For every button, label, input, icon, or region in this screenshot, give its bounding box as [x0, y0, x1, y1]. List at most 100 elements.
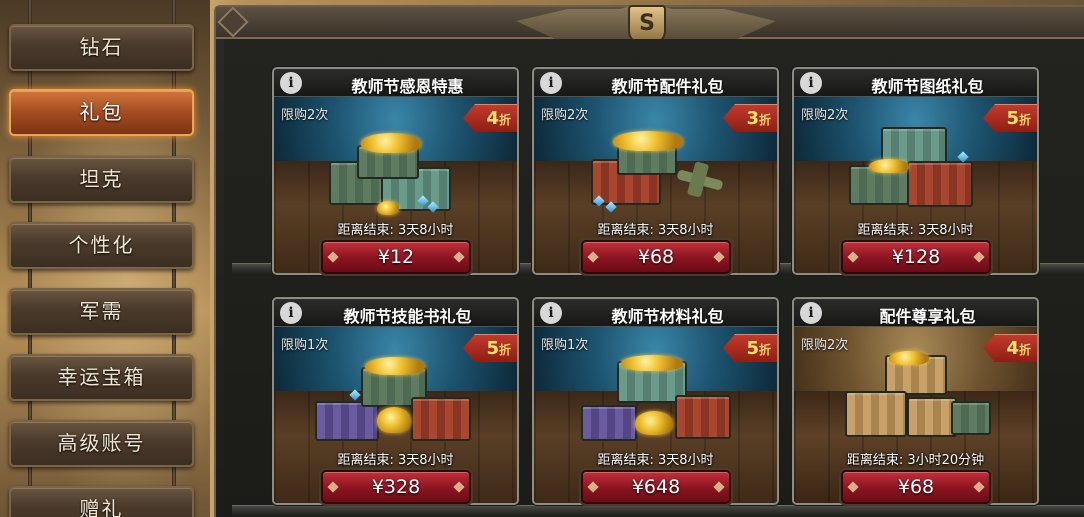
sidebar-item-tanks[interactable]: 坦克 — [9, 156, 194, 203]
discount-suffix: 折 — [758, 113, 771, 127]
gold-coins-image — [376, 407, 411, 433]
countdown-text: 距离结束: 3天8小时 — [337, 453, 454, 468]
discount-value: 4 — [486, 108, 499, 129]
crate-image — [314, 401, 379, 441]
crate-image — [410, 397, 471, 441]
gold-coins-image — [376, 201, 399, 215]
sidebar-item-label: 钻石 — [79, 35, 124, 59]
discount-value: 3 — [746, 108, 759, 129]
sidebar-item-label: 高级账号 — [57, 431, 146, 455]
shelf-divider — [232, 505, 1084, 517]
buy-button[interactable]: ¥12 — [321, 240, 471, 274]
discount-badge: 4折 — [463, 104, 517, 132]
discount-value: 5 — [486, 338, 499, 359]
countdown-text: 距离结束: 3小时20分钟 — [846, 453, 985, 468]
purchase-limit: 限购2次 — [541, 108, 589, 123]
pack-title: 教师节图纸礼包 — [871, 77, 984, 96]
crate-image — [844, 391, 907, 437]
gold-coins-image — [360, 133, 421, 153]
sidebar-item-premium-account[interactable]: 高级账号 — [9, 420, 194, 467]
card-title-bar: i 教师节配件礼包 — [534, 69, 777, 97]
card-title-bar: i 教师节技能书礼包 — [274, 299, 517, 327]
buy-button[interactable]: ¥328 — [321, 470, 471, 504]
buy-button[interactable]: ¥68 — [841, 470, 991, 504]
card-title-bar: i 教师节感恩特惠 — [274, 69, 517, 97]
crate-image — [906, 161, 973, 207]
purchase-limit: 限购1次 — [541, 338, 589, 353]
sidebar-item-label: 礼包 — [79, 100, 124, 124]
sidebar-item-lucky-chest[interactable]: 幸运宝箱 — [9, 354, 194, 401]
pack-title: 教师节材料礼包 — [611, 307, 724, 326]
pack-title: 教师节感恩特惠 — [351, 77, 464, 96]
sidebar-item-gifts[interactable]: 赠礼 — [9, 486, 194, 517]
plane-part-image — [675, 169, 724, 191]
gold-coins-image — [634, 411, 673, 435]
buy-button[interactable]: ¥128 — [841, 240, 991, 274]
pack-title: 教师节技能书礼包 — [343, 307, 472, 326]
sidebar-item-label: 坦克 — [79, 167, 124, 191]
discount-suffix: 折 — [758, 343, 771, 357]
sidebar-item-label: 个性化 — [68, 233, 135, 257]
purchase-limit: 限购2次 — [281, 108, 329, 123]
discount-badge: 5折 — [463, 334, 517, 362]
crate-image — [674, 395, 731, 439]
shop-panel: S i 教师节感恩特惠 限购2次 4折 距离结束: 3天8小时 i 教师节配件礼… — [214, 5, 1084, 517]
discount-suffix: 折 — [1018, 343, 1031, 357]
countdown-text: 距离结束: 3天8小时 — [597, 453, 714, 468]
loot-pile-image — [314, 357, 471, 451]
info-icon[interactable]: i — [800, 72, 822, 94]
info-icon[interactable]: i — [280, 72, 302, 94]
sidebar: 钻石 礼包 坦克 个性化 军需 幸运宝箱 高级账号 赠礼 — [0, 0, 210, 517]
discount-badge: 5折 — [723, 334, 777, 362]
info-icon[interactable]: i — [540, 302, 562, 324]
loot-pile-image — [321, 131, 471, 221]
loot-pile-image — [581, 131, 731, 221]
sidebar-item-packs[interactable]: 礼包 — [9, 89, 194, 136]
discount-suffix: 折 — [1018, 113, 1031, 127]
countdown-text: 距离结束: 3天8小时 — [857, 223, 974, 238]
buy-button[interactable]: ¥648 — [581, 470, 731, 504]
sidebar-item-diamonds[interactable]: 钻石 — [9, 24, 194, 71]
sidebar-item-customization[interactable]: 个性化 — [9, 222, 194, 269]
discount-value: 5 — [746, 338, 759, 359]
discount-suffix: 折 — [498, 113, 511, 127]
gem-icon — [348, 389, 361, 401]
card-title-bar: i 教师节图纸礼包 — [794, 69, 1037, 97]
gold-coins-image — [620, 355, 683, 371]
discount-value: 4 — [1006, 338, 1019, 359]
purchase-limit: 限购2次 — [801, 338, 849, 353]
countdown-text: 距离结束: 3天8小时 — [597, 223, 714, 238]
card-title-bar: i 教师节材料礼包 — [534, 299, 777, 327]
pack-title: 配件尊享礼包 — [879, 307, 976, 326]
shop-header-bar: S — [216, 5, 1084, 45]
gold-coins-image — [364, 357, 425, 375]
info-icon[interactable]: i — [800, 302, 822, 324]
discount-badge: 3折 — [723, 104, 777, 132]
crate-image — [950, 401, 991, 435]
discount-suffix: 折 — [498, 343, 511, 357]
gold-coins-image — [612, 131, 683, 151]
info-icon[interactable]: i — [280, 302, 302, 324]
buy-button[interactable]: ¥68 — [581, 240, 731, 274]
discount-value: 5 — [1006, 108, 1019, 129]
info-icon[interactable]: i — [540, 72, 562, 94]
countdown-text: 距离结束: 3天8小时 — [337, 223, 454, 238]
crate-image — [580, 405, 637, 441]
loot-pile-image — [841, 127, 991, 221]
loot-pile-image — [580, 355, 731, 451]
purchase-limit: 限购1次 — [281, 338, 329, 353]
sidebar-item-supplies[interactable]: 军需 — [9, 288, 194, 335]
gold-coins-image — [868, 159, 909, 173]
corner-ornament — [217, 6, 249, 38]
emblem-glyph: S — [639, 11, 655, 36]
loot-pile-image — [841, 351, 991, 451]
pack-title: 教师节配件礼包 — [611, 77, 724, 96]
purchase-limit: 限购2次 — [801, 108, 849, 123]
discount-badge: 4折 — [983, 334, 1037, 362]
gold-coins-image — [888, 351, 929, 365]
card-title-bar: i 配件尊享礼包 — [794, 299, 1037, 327]
crate-image — [906, 397, 957, 437]
pack-grid: i 教师节感恩特惠 限购2次 4折 距离结束: 3天8小时 i 教师节配件礼包 … — [224, 39, 1084, 517]
sidebar-item-label: 军需 — [79, 299, 124, 323]
sidebar-item-label: 幸运宝箱 — [57, 365, 146, 389]
